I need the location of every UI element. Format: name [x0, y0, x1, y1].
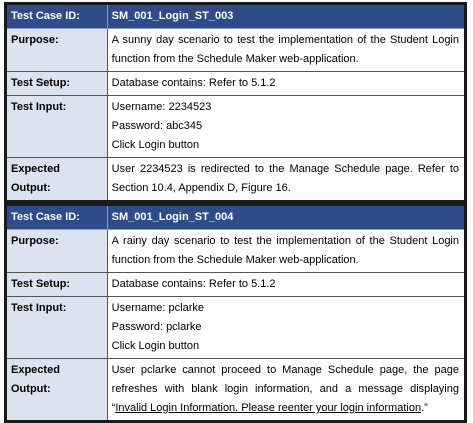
- test-case-id-label: Test Case ID:: [5, 204, 108, 230]
- expected-output-end: .”: [421, 402, 428, 414]
- test-input-action: Click Login button: [111, 139, 200, 151]
- test-setup-row: Test Setup: Database contains: Refer to …: [5, 272, 467, 297]
- purpose-value: A sunny day scenario to test the impleme…: [106, 28, 467, 72]
- test-input-password: Password: pclarke: [111, 321, 202, 333]
- purpose-label: Purpose:: [5, 229, 108, 273]
- error-message-text: Invalid Login Information. Please reente…: [115, 402, 422, 414]
- test-input-label: Test Input:: [5, 95, 108, 158]
- test-case-table-1: Test Case ID: SM_001_Login_ST_003 Purpos…: [4, 2, 467, 203]
- expected-output-value: User pclarke cannot proceed to Manage Sc…: [106, 358, 467, 422]
- test-case-id-label: Test Case ID:: [5, 3, 108, 29]
- test-input-label: Test Input:: [5, 296, 108, 359]
- test-input-action: Click Login button: [111, 340, 200, 352]
- test-setup-label: Test Setup:: [5, 272, 108, 297]
- test-case-id-value: SM_001_Login_ST_004: [106, 204, 467, 230]
- test-input-row: Test Input: Username: 2234523 Password: …: [5, 95, 467, 158]
- test-setup-value: Database contains: Refer to 5.1.2: [106, 272, 467, 297]
- test-input-password: Password: abc345: [111, 120, 203, 132]
- test-input-username: Username: pclarke: [111, 302, 204, 314]
- expected-output-row: Expected Output: User 2234523 is redirec…: [5, 157, 467, 202]
- test-case-table-2: Test Case ID: SM_001_Login_ST_004 Purpos…: [4, 203, 467, 423]
- test-setup-value: Database contains: Refer to 5.1.2: [106, 71, 467, 96]
- purpose-value: A rainy day scenario to test the impleme…: [106, 229, 467, 273]
- test-input-value: Username: pclarke Password: pclarke Clic…: [106, 296, 467, 359]
- test-setup-row: Test Setup: Database contains: Refer to …: [5, 71, 467, 96]
- expected-output-label: Expected Output:: [5, 358, 108, 422]
- test-input-row: Test Input: Username: pclarke Password: …: [5, 296, 467, 359]
- test-case-id-row: Test Case ID: SM_001_Login_ST_003: [5, 3, 467, 29]
- expected-output-row: Expected Output: User pclarke cannot pro…: [5, 358, 467, 422]
- test-input-value: Username: 2234523 Password: abc345 Click…: [106, 95, 467, 158]
- purpose-label: Purpose:: [5, 28, 108, 72]
- purpose-row: Purpose: A sunny day scenario to test th…: [5, 28, 467, 72]
- purpose-row: Purpose: A rainy day scenario to test th…: [5, 229, 467, 273]
- expected-output-value: User 2234523 is redirected to the Manage…: [106, 157, 467, 202]
- test-input-username: Username: 2234523: [111, 101, 212, 113]
- test-setup-label: Test Setup:: [5, 71, 108, 96]
- test-case-id-row: Test Case ID: SM_001_Login_ST_004: [5, 204, 467, 230]
- expected-output-label: Expected Output:: [5, 157, 108, 202]
- test-case-id-value: SM_001_Login_ST_003: [106, 3, 467, 29]
